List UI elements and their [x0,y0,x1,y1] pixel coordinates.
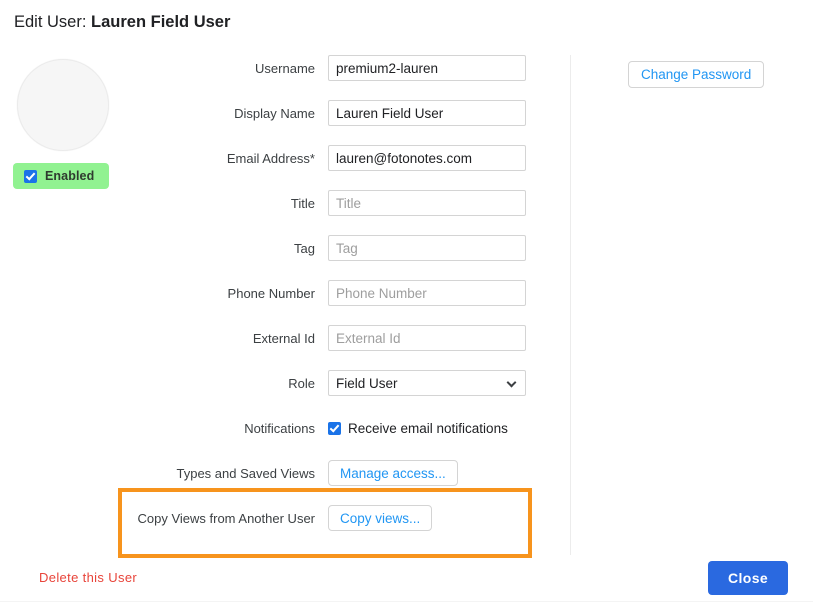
display-name-input[interactable] [328,100,526,126]
receive-email-notifications-checkbox[interactable] [328,421,341,435]
footer-divider [0,601,813,602]
form-row-role: Role Field User [0,370,545,415]
label-title: Title [290,196,315,211]
field-notifications: Receive email notifications [328,415,508,441]
field-phone-number [328,280,526,306]
field-role: Field User [328,370,526,396]
external-id-input[interactable] [328,325,526,351]
copy-views-button[interactable]: Copy views... [328,505,433,531]
manage-access-button[interactable]: Manage access... [328,460,458,486]
field-email-address [328,145,526,171]
label-notifications: Notifications [244,421,315,436]
form-row-username: Username [0,55,545,100]
delete-this-user-link[interactable]: Delete this User [39,570,137,585]
label-tag: Tag [294,241,315,256]
receive-email-notifications-row[interactable]: Receive email notifications [328,415,508,441]
page-title-prefix: Edit User: [14,13,87,31]
label-external-id: External Id [252,331,315,346]
form-row-display-name: Display Name [0,100,545,145]
form-row-copy-views: Copy Views from Another User Copy views.… [0,505,545,550]
field-display-name [328,100,526,126]
page-title-username: Lauren Field User [91,13,231,31]
form-row-email-address: Email Address* [0,145,545,190]
form-row-phone-number: Phone Number [0,280,545,325]
title-input[interactable] [328,190,526,216]
email-address-input[interactable] [328,145,526,171]
username-input[interactable] [328,55,526,81]
label-username: Username [255,61,315,76]
vertical-divider [570,55,571,555]
chevron-down-icon [508,379,517,388]
receive-email-notifications-label: Receive email notifications [348,420,508,436]
field-copy-views: Copy views... [328,505,433,531]
field-external-id [328,325,526,351]
label-phone-number: Phone Number [227,286,315,301]
label-display-name: Display Name [234,106,315,121]
page-title: Edit User: Lauren Field User [14,11,230,33]
label-types-and-saved-views: Types and Saved Views [176,466,315,481]
tag-input[interactable] [328,235,526,261]
form-row-title: Title [0,190,545,235]
field-tag [328,235,526,261]
edit-user-form: Username Display Name Email Address* Tit… [0,55,545,550]
field-title [328,190,526,216]
form-row-external-id: External Id [0,325,545,370]
form-row-types-and-saved-views: Types and Saved Views Manage access... [0,460,545,505]
form-row-tag: Tag [0,235,545,280]
field-types-and-saved-views: Manage access... [328,460,458,486]
label-role: Role [288,376,315,391]
change-password-button[interactable]: Change Password [628,61,765,88]
role-select-value: Field User [336,375,398,391]
role-select[interactable]: Field User [328,370,526,396]
label-copy-views-from-another-user: Copy Views from Another User [137,511,316,526]
form-row-notifications: Notifications Receive email notification… [0,415,545,460]
field-username [328,55,526,81]
label-email-address: Email Address* [226,151,315,166]
close-button[interactable]: Close [708,561,788,595]
phone-number-input[interactable] [328,280,526,306]
